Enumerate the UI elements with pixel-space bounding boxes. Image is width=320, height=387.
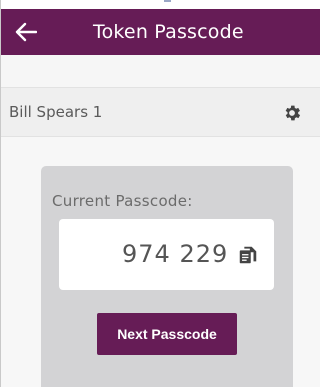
passcode-label: Current Passcode: [52, 192, 193, 210]
passcode-value: 974 229 [122, 240, 229, 268]
top-edge [1, 0, 320, 9]
arrow-left-icon [15, 22, 37, 42]
next-passcode-button[interactable]: Next Passcode [97, 313, 237, 355]
app-bar: Token Passcode [1, 9, 320, 55]
account-row: Bill Spears 1 [1, 87, 320, 137]
gear-icon [285, 105, 301, 121]
copy-icon [239, 246, 257, 264]
settings-button[interactable] [280, 101, 304, 125]
top-marker [164, 0, 171, 2]
page-title: Token Passcode [93, 21, 244, 43]
copy-button[interactable] [235, 242, 261, 268]
app-window: Token Passcode Bill Spears 1 Current Pas… [0, 0, 320, 387]
spacer [1, 55, 320, 87]
account-name: Bill Spears 1 [9, 103, 103, 121]
back-button[interactable] [13, 20, 39, 44]
